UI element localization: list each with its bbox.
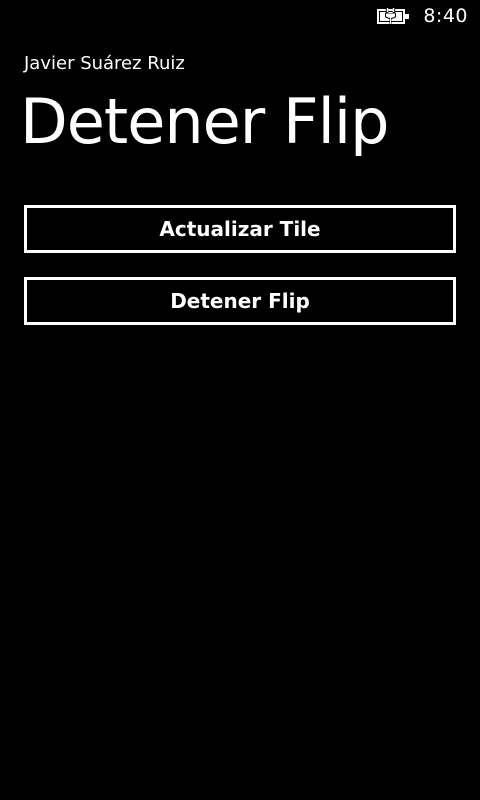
status-bar: 8:40 bbox=[0, 0, 480, 32]
app-title: Javier Suárez Ruiz bbox=[24, 53, 185, 74]
update-tile-button[interactable]: Actualizar Tile bbox=[24, 205, 456, 253]
battery-charging-icon bbox=[377, 7, 411, 25]
page-title: Detener Flip bbox=[20, 85, 389, 158]
stop-flip-button[interactable]: Detener Flip bbox=[24, 277, 456, 325]
status-clock: 8:40 bbox=[423, 5, 468, 27]
